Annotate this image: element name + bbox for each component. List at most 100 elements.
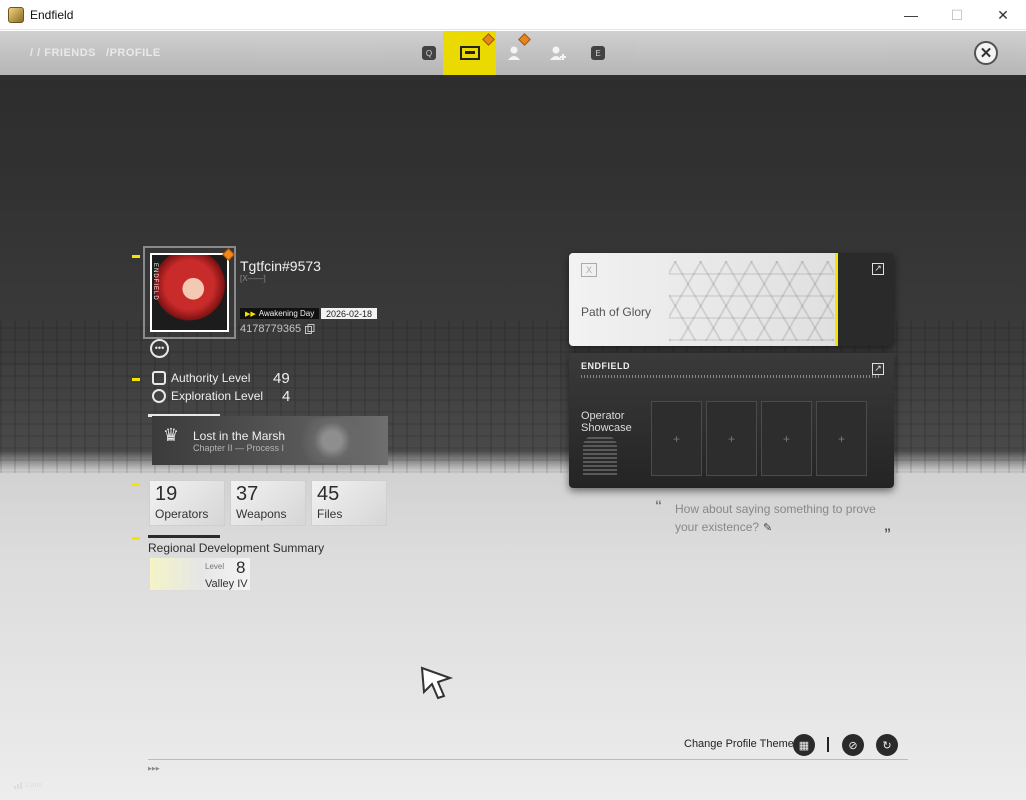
divider (827, 737, 829, 752)
expand-icon[interactable]: ↗ (872, 363, 884, 375)
region-title: Regional Development Summary (148, 541, 325, 555)
profile-card-icon (459, 46, 480, 60)
plus-icon: + (837, 431, 845, 446)
plus-icon: + (672, 431, 680, 446)
quest-art (292, 418, 372, 463)
signature-text-area[interactable]: How about saying something to prove your… (675, 500, 885, 537)
open-quote-icon: “ (655, 497, 662, 513)
stat-label: Weapons (236, 507, 287, 521)
signature-placeholder: How about saying something to prove your… (675, 502, 876, 534)
stat-value: 19 (155, 483, 178, 505)
section-marker (132, 255, 140, 258)
cube-icon (152, 371, 166, 385)
hide-eye-icon[interactable]: ⊘ (842, 734, 864, 756)
stat-label: Files (317, 507, 343, 521)
sub-id: [X——] (240, 274, 266, 283)
signal-bars-icon (14, 782, 22, 789)
notification-badge (482, 33, 495, 46)
crest-icon: ♛ (162, 425, 180, 445)
tab-profile-card[interactable] (443, 31, 496, 75)
region-header-bar (148, 535, 220, 538)
hexagon-pattern (669, 261, 834, 341)
network-status: 21ms (14, 782, 42, 789)
theme-palette-icon[interactable]: ▦ (793, 734, 815, 756)
plus-icon: + (727, 431, 735, 446)
pencil-icon[interactable]: ✎ (763, 519, 772, 537)
showcase-title: Operator Showcase (581, 410, 632, 434)
authority-level-value: 49 (273, 370, 290, 387)
section-marker (132, 378, 140, 381)
change-theme-label[interactable]: Change Profile Theme (684, 738, 794, 750)
e-key-icon: E (591, 46, 605, 60)
close-window-button[interactable]: ✕ (980, 0, 1026, 30)
app-icon (8, 6, 24, 23)
minimize-button[interactable]: — (888, 0, 934, 30)
top-navigation: / / FRIENDS /PROFILE Q E ✕ (0, 31, 1026, 75)
awakening-label: Awakening Day (258, 309, 315, 318)
avatar-side-text: ENDFIELD (152, 263, 158, 301)
showcase-slot[interactable]: + (816, 401, 867, 476)
maximize-button[interactable]: ☐ (934, 0, 980, 30)
plus-icon: + (782, 431, 790, 446)
refresh-icon[interactable]: ↻ (876, 734, 898, 756)
breadcrumb-friends[interactable]: / / FRIENDS (30, 47, 96, 59)
tab-add-friend[interactable] (544, 31, 572, 75)
uid-value: 4178779365 (240, 323, 302, 335)
showcase-slot[interactable]: + (761, 401, 812, 476)
authority-level-row: Authority Level (152, 371, 250, 385)
authority-level-label: Authority Level (171, 371, 251, 385)
stat-weapons[interactable]: 37 Weapons (230, 480, 306, 526)
stat-operators[interactable]: 19 Operators (149, 480, 225, 526)
quest-subtitle: Chapter II — Process I (193, 443, 285, 453)
more-options-icon[interactable]: ••• (150, 339, 169, 358)
game-viewport: / / FRIENDS /PROFILE Q E ✕ ENDFIELD Tgtf… (0, 31, 1026, 800)
awakening-day-tag: ▶▶ Awakening Day (240, 308, 320, 319)
section-marker (132, 537, 140, 540)
close-icon[interactable]: ✕ (974, 41, 998, 65)
exploration-level-label: Exploration Level (171, 389, 264, 403)
breadcrumb-profile: /PROFILE (106, 47, 161, 59)
exploration-level-row: Exploration Level (152, 389, 263, 403)
path-of-glory-card[interactable]: X Path of Glory ↗ (569, 253, 894, 346)
bracket-x-icon: X (581, 263, 597, 277)
prev-tab-key[interactable]: Q (420, 31, 438, 75)
region-name: Valley IV (205, 578, 248, 590)
copy-icon[interactable] (305, 324, 315, 334)
accent-stripe (835, 253, 838, 346)
operator-silhouette-icon (583, 435, 617, 475)
footer-arrows-icon: ▶▶▶ (148, 766, 160, 772)
window-titlebar: Endfield — ☐ ✕ (0, 0, 1026, 30)
stat-files[interactable]: 45 Files (311, 480, 387, 526)
tab-friends[interactable] (500, 31, 531, 75)
showcase-slot[interactable]: + (706, 401, 757, 476)
barcode-line (581, 375, 881, 378)
close-quote-icon: ” (884, 525, 891, 541)
uid-row: 4178779365 (240, 323, 315, 335)
next-tab-key[interactable]: E (589, 31, 607, 75)
q-key-icon: Q (422, 46, 436, 60)
double-arrow-icon: ▶▶ (245, 310, 256, 318)
window-controls: — ☐ ✕ (888, 0, 1026, 30)
footer-divider (148, 759, 908, 760)
showcase-slot[interactable]: + (651, 401, 702, 476)
showcase-brand: ENDFIELD (581, 361, 630, 371)
operator-showcase-card[interactable]: ENDFIELD ↗ Operator Showcase + + + + (569, 353, 894, 488)
region-level-label: Level (205, 562, 225, 571)
glory-title: Path of Glory (581, 305, 652, 319)
add-person-icon (550, 46, 566, 60)
notification-badge (518, 33, 531, 46)
stat-value: 45 (317, 483, 340, 505)
avatar[interactable] (150, 253, 229, 332)
username: Tgtfcin#9573 (240, 258, 321, 274)
stat-value: 37 (236, 483, 259, 505)
exploration-level-value: 4 (282, 388, 291, 405)
latency-value: 21ms (25, 782, 43, 789)
section-marker (132, 483, 140, 486)
stat-label: Operators (155, 507, 209, 521)
breadcrumb: / / FRIENDS /PROFILE (30, 47, 161, 59)
window-title: Endfield (30, 7, 74, 22)
region-level-value: 8 (236, 558, 246, 577)
compass-icon (152, 389, 166, 403)
expand-icon[interactable]: ↗ (872, 263, 884, 275)
quest-title: Lost in the Marsh (193, 429, 286, 443)
